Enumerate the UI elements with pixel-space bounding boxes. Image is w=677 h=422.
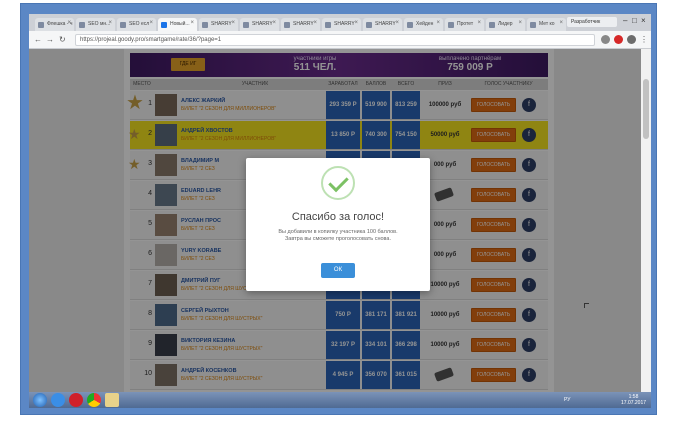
tab-close-icon[interactable]: × bbox=[477, 20, 481, 26]
reload-icon[interactable]: ↻ bbox=[59, 35, 66, 44]
browser-tab[interactable]: Протет × bbox=[445, 18, 484, 31]
tab-favicon-icon bbox=[489, 22, 495, 28]
browser-window: Флешка - ч × SEO мн... × SEO есл × Новый... × SH… bbox=[29, 14, 651, 392]
tab-close-icon[interactable]: × bbox=[559, 20, 563, 26]
tab-close-icon[interactable]: × bbox=[67, 20, 71, 26]
tab-label: SEO есл bbox=[129, 21, 150, 27]
tab-close-icon[interactable]: × bbox=[436, 20, 440, 26]
dialog-message-line1: Вы добавили в копилку участника 100 балл… bbox=[278, 229, 398, 235]
minimize-icon[interactable]: – bbox=[623, 16, 627, 25]
browser-tab[interactable]: Новый... × bbox=[158, 18, 197, 31]
tab-label: Лидер bbox=[498, 21, 513, 27]
tab-label: SHARRY bbox=[375, 21, 396, 27]
system-clock[interactable]: 1:58 17.07.2017 bbox=[621, 394, 646, 406]
browser-tab[interactable]: Флешка - ч × bbox=[35, 18, 74, 31]
opera-taskbar-icon[interactable] bbox=[69, 393, 83, 407]
browser-tab[interactable]: SHARRY × bbox=[240, 18, 279, 31]
windows-taskbar: РУ 1:58 17.07.2017 bbox=[29, 392, 651, 408]
tab-close-icon[interactable]: × bbox=[190, 20, 194, 26]
start-icon[interactable] bbox=[33, 393, 47, 407]
tab-favicon-icon bbox=[366, 22, 372, 28]
browser-tab[interactable]: SEO мн... × bbox=[76, 18, 115, 31]
toolbar: ← → ↻ https://projeal.goody.pro/smartgam… bbox=[29, 31, 651, 49]
ok-button[interactable]: ОК bbox=[321, 263, 355, 278]
browser-tab[interactable]: Хейден × bbox=[404, 18, 443, 31]
vote-confirmation-dialog: Спасибо за голос! Вы добавили в копилку … bbox=[246, 158, 430, 291]
chrome-taskbar-icon[interactable] bbox=[87, 393, 101, 407]
browser-tab[interactable]: Лидер × bbox=[486, 18, 525, 31]
settings-icon[interactable] bbox=[627, 35, 636, 44]
browser-tab[interactable]: SEO есл × bbox=[117, 18, 156, 31]
tab-label: SHARRY bbox=[334, 21, 355, 27]
tab-favicon-icon bbox=[120, 22, 126, 28]
page-scrollbar[interactable] bbox=[641, 49, 651, 392]
dialog-message-line2: Завтра вы сможете проголосовать снова. bbox=[284, 236, 391, 242]
tab-favicon-icon bbox=[243, 22, 249, 28]
tab-favicon-icon bbox=[530, 22, 536, 28]
tab-favicon-icon bbox=[202, 22, 208, 28]
page-viewport: ГДЕ ИГ участники игры 511 ЧЕЛ. выплачено… bbox=[29, 49, 651, 392]
tab-label: SHARRY bbox=[252, 21, 273, 27]
opera-icon[interactable] bbox=[614, 35, 623, 44]
browser-tab[interactable]: SHARRY × bbox=[363, 18, 402, 31]
tab-close-icon[interactable]: × bbox=[231, 20, 235, 26]
tab-label: SHARRY bbox=[211, 21, 232, 27]
tab-close-icon[interactable]: × bbox=[395, 20, 399, 26]
ie-icon[interactable] bbox=[51, 393, 65, 407]
tab-strip: Флешка - ч × SEO мн... × SEO есл × Новый... × SH… bbox=[29, 14, 651, 31]
tab-favicon-icon bbox=[448, 22, 454, 28]
profile-chip[interactable]: Разработчик bbox=[567, 17, 617, 27]
tab-favicon-icon bbox=[325, 22, 331, 28]
tab-close-icon[interactable]: × bbox=[354, 20, 358, 26]
dialog-message: Вы добавили в копилку участника 100 балл… bbox=[256, 229, 420, 243]
tab-favicon-icon bbox=[407, 22, 413, 28]
dialog-title: Спасибо за голос! bbox=[291, 211, 385, 223]
address-bar[interactable]: https://projeal.goody.pro/smartgame/rate… bbox=[75, 34, 595, 46]
tab-favicon-icon bbox=[284, 22, 290, 28]
tab-close-icon[interactable]: × bbox=[272, 20, 276, 26]
tab-favicon-icon bbox=[79, 22, 85, 28]
browser-tab[interactable]: SHARRY × bbox=[281, 18, 320, 31]
tab-favicon-icon bbox=[161, 22, 167, 28]
mouse-cursor-icon bbox=[584, 303, 589, 308]
language-indicator[interactable]: РУ bbox=[564, 397, 570, 403]
maximize-icon[interactable]: □ bbox=[632, 16, 637, 25]
forward-icon[interactable]: → bbox=[46, 35, 54, 44]
tab-label: SEO мн... bbox=[88, 21, 111, 27]
tab-close-icon[interactable]: × bbox=[108, 20, 112, 26]
tab-label: SHARRY bbox=[293, 21, 314, 27]
explorer-icon[interactable] bbox=[105, 393, 119, 407]
check-icon bbox=[321, 166, 355, 200]
extension-icon[interactable] bbox=[601, 35, 610, 44]
tab-label: Мет ко bbox=[539, 21, 555, 27]
tab-close-icon[interactable]: × bbox=[149, 20, 153, 26]
tab-close-icon[interactable]: × bbox=[313, 20, 317, 26]
menu-icon[interactable]: ⋮ bbox=[640, 35, 648, 44]
tab-label: Новый... bbox=[170, 21, 190, 27]
scroll-thumb[interactable] bbox=[643, 79, 649, 139]
browser-tab[interactable]: SHARRY × bbox=[322, 18, 361, 31]
browser-tab[interactable]: Мет ко × bbox=[527, 18, 566, 31]
clock-date: 17.07.2017 bbox=[621, 400, 647, 406]
tab-favicon-icon bbox=[38, 22, 44, 28]
close-window-icon[interactable]: × bbox=[641, 16, 646, 25]
tab-label: Протет bbox=[457, 21, 474, 27]
back-icon[interactable]: ← bbox=[34, 35, 42, 44]
browser-tab[interactable]: SHARRY × bbox=[199, 18, 238, 31]
tab-label: Хейден bbox=[416, 21, 434, 27]
tab-close-icon[interactable]: × bbox=[518, 20, 522, 26]
